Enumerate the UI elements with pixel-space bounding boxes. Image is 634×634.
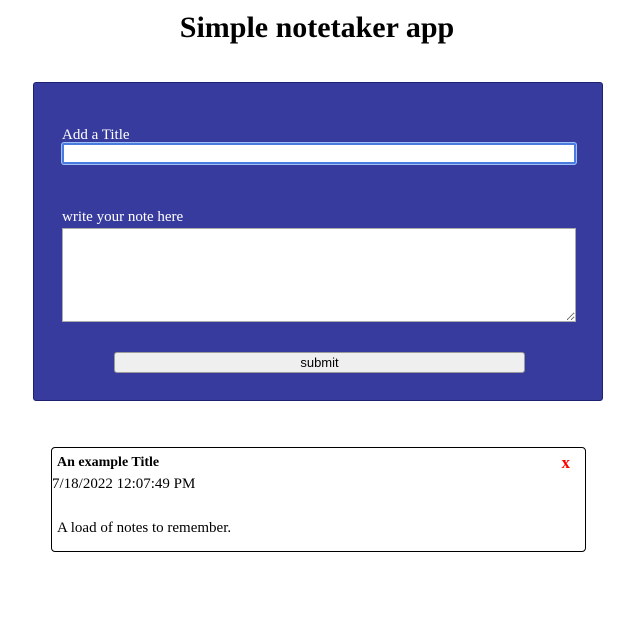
note-textarea[interactable] [62,228,576,322]
note-card: An example Title x 7/18/2022 12:07:49 PM… [51,447,586,552]
title-input[interactable] [62,143,576,164]
note-body: A load of notes to remember. [57,520,232,536]
note-timestamp: 7/18/2022 12:07:49 PM [52,476,196,492]
title-label: Add a Title [62,127,130,143]
note-form: Add a Title write your note here submit [33,82,603,401]
delete-note-icon[interactable]: x [562,453,571,473]
note-title: An example Title [57,455,160,470]
submit-button[interactable]: submit [114,352,525,373]
page-title: Simple notetaker app [179,11,455,44]
note-label: write your note here [62,209,184,225]
